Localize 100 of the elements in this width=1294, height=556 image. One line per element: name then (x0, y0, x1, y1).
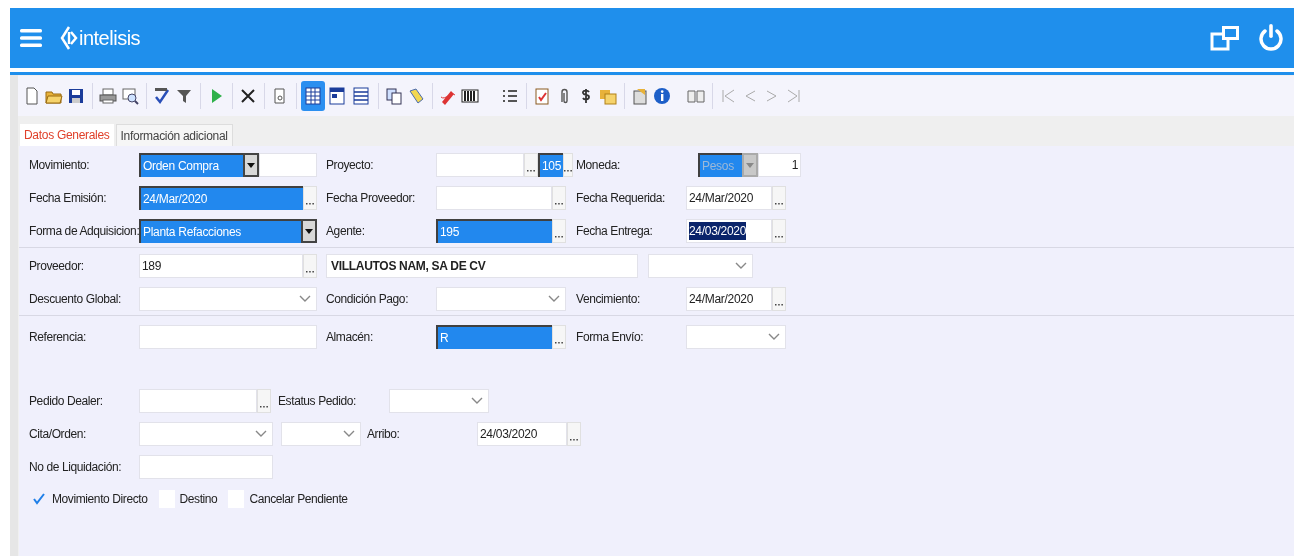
combo-box[interactable] (389, 389, 489, 413)
combo-box[interactable] (139, 287, 317, 311)
field-label: Proveedor: (29, 258, 85, 275)
input-field[interactable] (259, 153, 317, 177)
field-label: Descuento Global: (29, 291, 122, 308)
input-field[interactable]: 24/Mar/2020 (139, 186, 303, 210)
combo-box[interactable] (686, 325, 786, 349)
input-field[interactable]: 105 (538, 153, 564, 177)
input-field[interactable]: 189 (139, 254, 303, 278)
filter-icon[interactable] (175, 87, 193, 105)
browse-button[interactable] (303, 254, 317, 278)
field-label: Fecha Entrega: (576, 223, 654, 240)
print-icon[interactable] (99, 87, 117, 105)
chevron-down-icon (343, 430, 355, 438)
browse-button[interactable] (552, 325, 566, 349)
tab[interactable]: Datos Generales (20, 124, 114, 146)
combo-box[interactable] (139, 422, 273, 446)
save-icon[interactable] (67, 87, 85, 105)
field-label: Estatus Pedido: (278, 393, 358, 410)
field-label: Pedido Dealer: (29, 393, 104, 410)
browse-button[interactable] (303, 186, 317, 210)
input-field[interactable] (436, 153, 524, 177)
dropdown-button[interactable] (301, 219, 317, 243)
field-label: Forma de Adquisicion: (29, 223, 139, 240)
chevron-down-icon (735, 262, 747, 270)
chevron-down-icon (768, 333, 780, 341)
input-field[interactable]: Planta Refacciones (139, 219, 301, 243)
spell-check-icon[interactable] (153, 87, 171, 105)
browse-button[interactable] (257, 389, 271, 413)
input-field[interactable] (436, 186, 552, 210)
field-label: Condición Pago: (326, 291, 410, 308)
input-field[interactable]: R (436, 325, 552, 349)
browse-button[interactable] (567, 422, 581, 446)
input-field[interactable] (139, 325, 317, 349)
print-preview-icon[interactable] (121, 87, 139, 105)
field-label: Fecha Proveedor: (326, 190, 416, 207)
checkbox-label: Destino (179, 491, 218, 508)
highlighter-icon[interactable] (407, 87, 425, 105)
browse-button[interactable] (772, 287, 786, 311)
browse-button[interactable] (552, 219, 566, 243)
checkmark-icon (33, 493, 45, 505)
input-field[interactable]: 24/Mar/2020 (686, 287, 772, 311)
chevron-down-icon (471, 397, 483, 405)
checkbox-label: Cancelar Pendiente (249, 491, 348, 508)
input-field[interactable]: 24/03/2020 (686, 219, 772, 243)
field-label: No de Liquidación: (29, 459, 123, 476)
input-field[interactable] (139, 455, 273, 479)
power-icon[interactable] (1258, 23, 1284, 53)
field-label: Movimiento: (29, 157, 91, 174)
input-field[interactable]: 24/Mar/2020 (686, 186, 772, 210)
view-button[interactable] (301, 81, 325, 111)
field-label: Moneda: (576, 157, 621, 174)
clipboard-icon[interactable] (533, 87, 551, 105)
chevron-down-icon (299, 295, 311, 303)
field-label: Fecha Emisión: (29, 190, 108, 207)
copy-icon[interactable] (385, 87, 403, 105)
barcode-icon[interactable] (461, 87, 479, 105)
list-view-icon (352, 87, 370, 105)
first-record-icon[interactable] (719, 87, 737, 105)
input-field[interactable]: 24/03/2020 (477, 422, 567, 446)
browse-button[interactable] (552, 186, 566, 210)
input-field[interactable]: VILLAUTOS NAM, SA DE CV (326, 254, 638, 278)
dropdown-arrow-icon (746, 162, 754, 168)
input-field[interactable] (139, 389, 257, 413)
dropdown-button[interactable] (243, 153, 259, 177)
input-field[interactable]: Orden Compra (139, 153, 243, 177)
logo-text: intelisis (79, 26, 141, 51)
combo-box[interactable] (648, 254, 753, 278)
field-label: Fecha Requerida: (576, 190, 666, 207)
new-document-icon[interactable] (23, 87, 41, 105)
browse-button[interactable] (524, 153, 538, 177)
browse-button[interactable] (772, 219, 786, 243)
field-label: Vencimiento: (576, 291, 641, 308)
windows-icon[interactable] (1210, 24, 1242, 52)
browse-button[interactable] (772, 186, 786, 210)
field-label: Arribo: (367, 426, 401, 443)
browse-button[interactable] (563, 153, 574, 177)
chevron-down-icon (255, 430, 267, 438)
input-field[interactable]: 195 (436, 219, 552, 243)
input-field[interactable]: 1 (758, 153, 801, 177)
checkbox-label: Movimiento Directo (52, 491, 148, 508)
logo-icon (60, 25, 78, 51)
table-view-icon (304, 87, 322, 105)
dropdown-arrow-icon (247, 162, 255, 168)
field-label: Agente: (326, 223, 366, 240)
chevron-down-icon (548, 295, 560, 303)
field-label: Referencia: (29, 329, 87, 346)
tab[interactable]: Información adicional (115, 124, 233, 146)
field-label: Forma Envío: (576, 329, 645, 346)
last-record-icon[interactable] (785, 87, 803, 105)
field-label: Cita/Orden: (29, 426, 87, 443)
book-icon[interactable] (687, 87, 705, 105)
combo-box[interactable] (436, 287, 566, 311)
combo-box[interactable] (281, 422, 361, 446)
info-icon[interactable] (653, 87, 671, 105)
close-icon[interactable] (239, 87, 257, 105)
dropdown-arrow-icon (305, 228, 313, 234)
field-label: Almacén: (326, 329, 374, 346)
menu-icon[interactable] (20, 28, 42, 48)
bullet-list-icon[interactable] (501, 87, 519, 105)
